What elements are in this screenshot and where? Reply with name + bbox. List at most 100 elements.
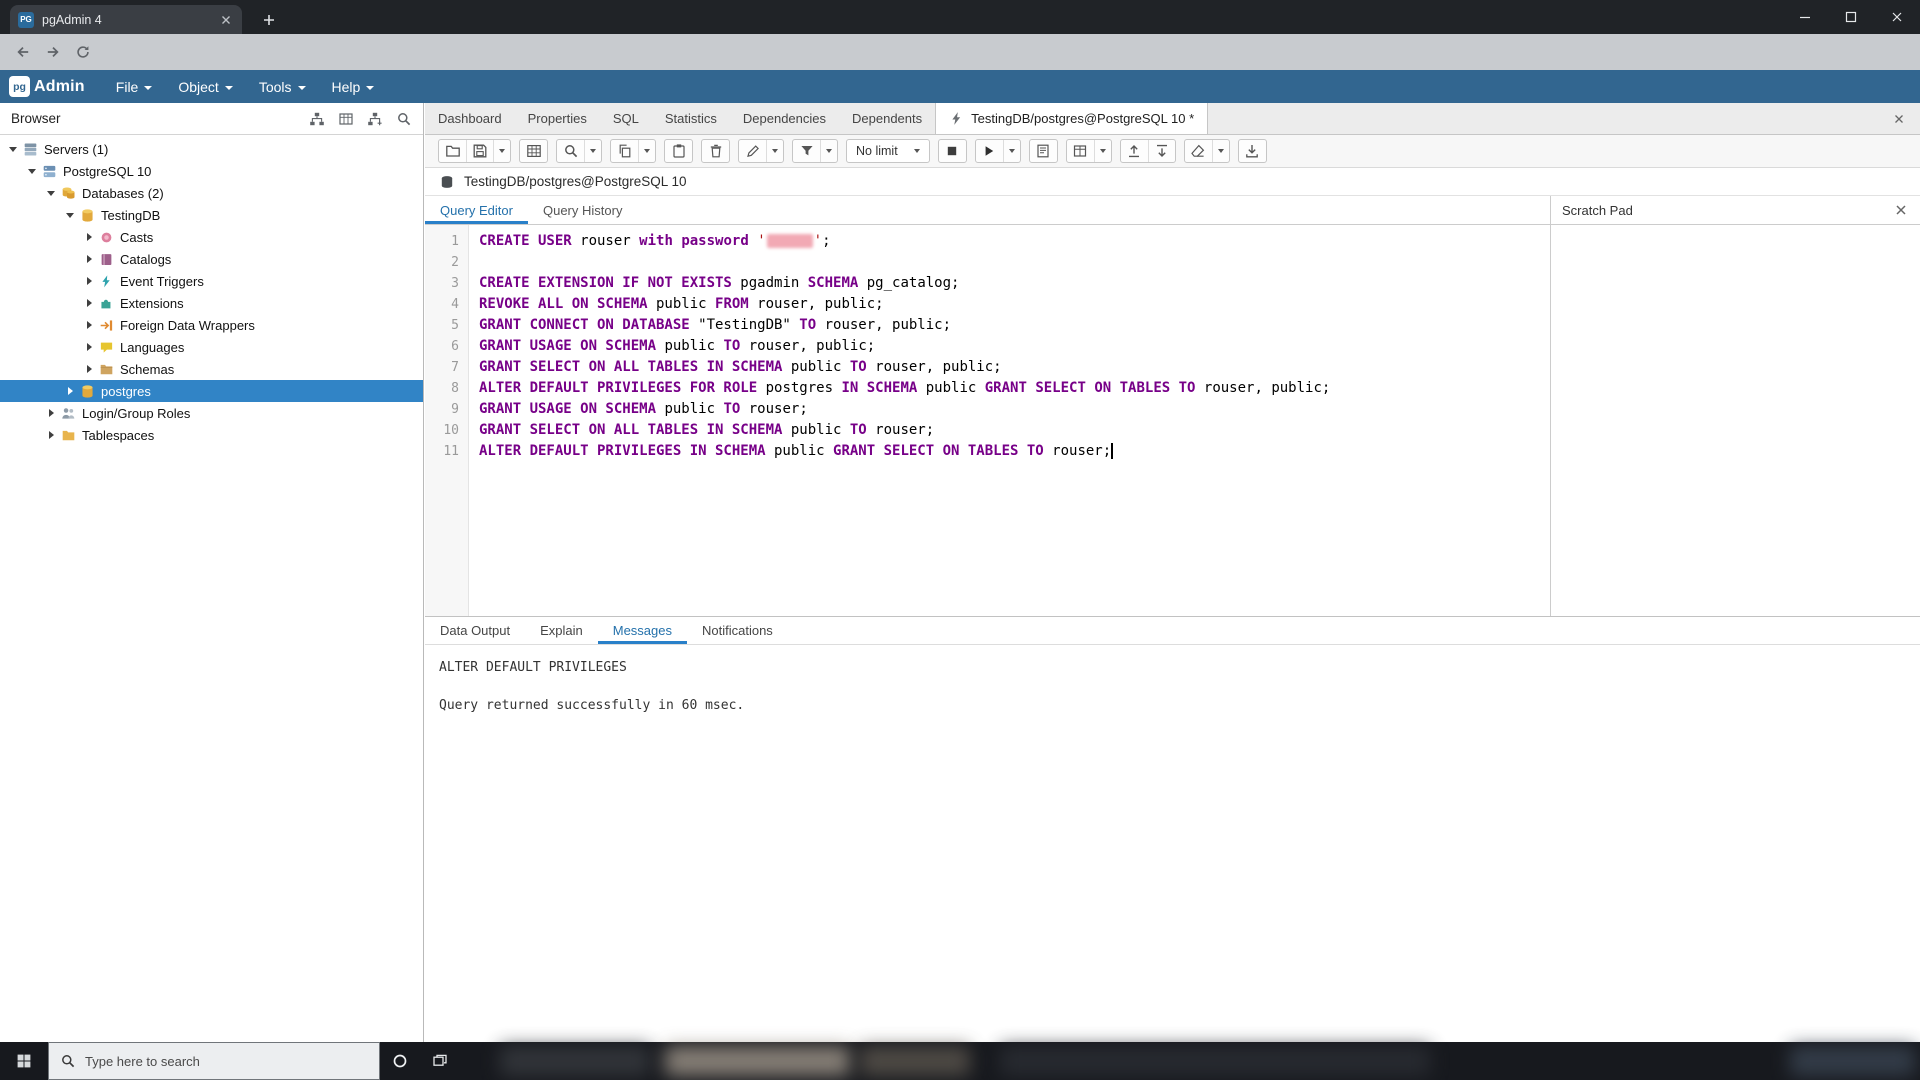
back-icon[interactable] [8,37,38,67]
tree-item-extensions[interactable]: Extensions [0,292,423,314]
chevron-right-icon[interactable] [85,320,95,330]
edit-dropdown-button[interactable] [766,140,783,162]
tab-data-output[interactable]: Data Output [425,617,525,644]
maximize-icon[interactable] [1828,0,1874,34]
filter-button[interactable] [793,140,820,162]
code-line: GRANT CONNECT ON DATABASE "TestingDB" TO… [479,315,1330,336]
window-close-icon[interactable] [1874,0,1920,34]
tab-dashboard[interactable]: Dashboard [425,103,515,134]
tree-item-catalogs[interactable]: Catalogs [0,248,423,270]
tree-item-databases-2[interactable]: Databases (2) [0,182,423,204]
save-dropdown-button[interactable] [493,140,510,162]
tab-close-icon[interactable] [218,12,234,28]
chevron-right-icon[interactable] [85,232,95,242]
sql-editor[interactable]: 1234567891011 CREATE USER rouser with pa… [425,225,1550,616]
tab-dependents[interactable]: Dependents [839,103,935,134]
download-csv-button[interactable] [1239,140,1266,162]
tree-item-testingdb[interactable]: TestingDB [0,204,423,226]
sql-code[interactable]: CREATE USER rouser with password ''; CRE… [469,225,1330,616]
browser-tab[interactable]: PG pgAdmin 4 [10,5,242,34]
paste-button[interactable] [665,140,692,162]
start-button[interactable] [0,1042,48,1080]
tab-explain[interactable]: Explain [525,617,598,644]
row-limit-value: No limit [856,144,898,158]
tree-item-event-triggers[interactable]: Event Triggers [0,270,423,292]
stop-button[interactable] [939,140,966,162]
execute-button[interactable] [976,140,1003,162]
chevron-right-icon[interactable] [85,254,95,264]
chevron-down-icon [225,86,233,90]
execute-dropdown-button[interactable] [1003,140,1020,162]
new-tab-button[interactable] [256,7,282,33]
chevron-right-icon[interactable] [85,298,95,308]
tab-query-history[interactable]: Query History [528,196,637,224]
chevron-right-icon[interactable] [85,342,95,352]
task-view-icon[interactable] [420,1042,460,1080]
scratch-pad-textarea[interactable] [1551,225,1920,616]
edit-grid-button[interactable] [520,140,547,162]
tab-messages[interactable]: Messages [598,617,687,644]
edit-button[interactable] [739,140,766,162]
cortana-icon[interactable] [380,1042,420,1080]
tree-item-postgres[interactable]: postgres [0,380,423,402]
clear-button[interactable] [1185,140,1212,162]
copy-button[interactable] [611,140,638,162]
tab-bar-close-icon[interactable] [1878,103,1920,134]
minimize-icon[interactable] [1782,0,1828,34]
clear-dropdown-button[interactable] [1212,140,1229,162]
forward-icon[interactable] [38,37,68,67]
scratch-pad-close-icon[interactable] [1893,202,1909,218]
menu-object[interactable]: Object [165,70,245,103]
search-icon[interactable] [393,108,415,130]
menu-help[interactable]: Help [319,70,388,103]
chevron-down-icon[interactable] [9,144,19,154]
filter-dropdown-button[interactable] [820,140,837,162]
taskbar-search[interactable] [48,1042,380,1080]
chevron-right-icon[interactable] [47,430,57,440]
reload-icon[interactable] [68,37,98,67]
explain-button[interactable] [1030,140,1057,162]
delete-button[interactable] [702,140,729,162]
chevron-down-icon[interactable] [66,210,76,220]
tree-item-tablespaces[interactable]: Tablespaces [0,424,423,446]
menu-tools[interactable]: Tools [246,70,319,103]
tab-query-tool-active[interactable]: TestingDB/postgres@PostgreSQL 10 * [935,103,1208,134]
tab-query-editor[interactable]: Query Editor [425,196,528,224]
row-limit-select[interactable]: No limit [846,139,930,163]
chevron-down-icon[interactable] [28,166,38,176]
tree-item-casts[interactable]: Casts [0,226,423,248]
commit-button[interactable] [1121,140,1148,162]
chevron-down-icon [1009,149,1015,153]
tab-dependencies[interactable]: Dependencies [730,103,839,134]
tree-item-postgresql-10[interactable]: PostgreSQL 10 [0,160,423,182]
grid-icon[interactable] [335,108,357,130]
tree-item-servers-1[interactable]: Servers (1) [0,138,423,160]
tree-item-login-group-roles[interactable]: Login/Group Roles [0,402,423,424]
topology-icon[interactable] [306,108,328,130]
rollback-button[interactable] [1148,140,1175,162]
chevron-right-icon[interactable] [85,364,95,374]
scratch-pad-header: Scratch Pad [1551,196,1920,225]
find-dropdown-button[interactable] [584,140,601,162]
chevron-right-icon[interactable] [47,408,57,418]
chevron-right-icon[interactable] [85,276,95,286]
explain-options-dropdown-button[interactable] [1094,140,1111,162]
taskbar-search-input[interactable] [85,1054,368,1069]
tree-item-foreign-data-wrappers[interactable]: Foreign Data Wrappers [0,314,423,336]
tab-statistics[interactable]: Statistics [652,103,730,134]
copy-dropdown-button[interactable] [638,140,655,162]
chevron-down-icon[interactable] [47,188,57,198]
open-file-button[interactable] [439,140,466,162]
topology-settings-icon[interactable] [364,108,386,130]
find-button[interactable] [557,140,584,162]
tab-sql[interactable]: SQL [600,103,652,134]
editor-tab-bar: Query EditorQuery History [425,196,1550,225]
explain-options-button[interactable] [1067,140,1094,162]
tree-item-schemas[interactable]: Schemas [0,358,423,380]
tab-properties[interactable]: Properties [515,103,600,134]
tree-item-languages[interactable]: Languages [0,336,423,358]
tab-notifications[interactable]: Notifications [687,617,788,644]
chevron-right-icon[interactable] [66,386,76,396]
menu-file[interactable]: File [103,70,166,103]
save-button[interactable] [466,140,493,162]
